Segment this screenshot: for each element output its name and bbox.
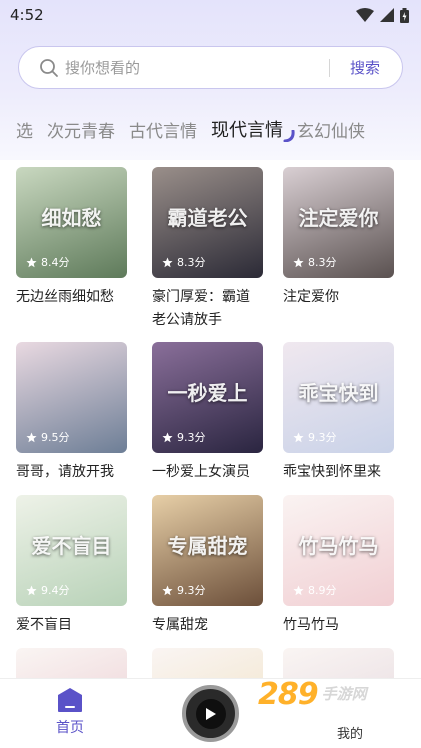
book-rating: 8.9分 xyxy=(293,582,337,598)
book-rating: 8.4分 xyxy=(26,254,70,270)
book-rating-value: 8.9分 xyxy=(308,584,337,597)
book-cover-text: 乖宝快到 xyxy=(298,381,379,405)
star-icon xyxy=(26,432,37,442)
tab-modern-romance[interactable]: 现代言情 xyxy=(211,116,295,142)
book-title[interactable]: 一秒爱上女演员 xyxy=(152,461,263,484)
book-title[interactable]: 爱不盲目 xyxy=(16,614,127,637)
book-rating-value: 9.4分 xyxy=(41,584,70,597)
home-icon xyxy=(58,688,82,712)
book-cover-text: 一秒爱上 xyxy=(167,381,248,405)
tab-anime-youth[interactable]: 次元青春 xyxy=(47,117,115,142)
book-rating: 9.3分 xyxy=(162,582,206,598)
book-cover-text: 专属甜宠 xyxy=(167,534,248,558)
book-rating-value: 9.3分 xyxy=(177,431,206,444)
book-title[interactable]: 注定爱你 xyxy=(283,286,394,309)
signal-icon xyxy=(380,8,394,22)
book-title[interactable]: 哥哥，请放开我 xyxy=(16,461,127,484)
nav-mine[interactable]: 我的 xyxy=(337,723,363,742)
star-icon xyxy=(162,432,173,442)
book-title[interactable]: 豪门厚爱：霸道老公请放手 xyxy=(152,286,263,332)
status-time: 4:52 xyxy=(10,6,44,24)
book-rating: 9.3分 xyxy=(162,429,206,445)
book-rating: 8.3分 xyxy=(293,254,337,270)
status-icons xyxy=(356,7,409,23)
book-card[interactable]: 专属甜宠 9.3分 专属甜宠 xyxy=(152,495,263,637)
search-bar[interactable]: 搜你想看的 搜索 xyxy=(18,46,403,89)
star-icon xyxy=(293,432,304,442)
book-card[interactable]: 细如愁 8.4分无边丝雨细如愁 xyxy=(16,167,127,309)
search-input[interactable]: 搜你想看的 xyxy=(65,57,329,78)
book-cover[interactable]: 霸道老公 8.3分 xyxy=(152,167,263,278)
star-icon xyxy=(162,585,173,595)
book-rating: 9.4分 xyxy=(26,582,70,598)
book-cover[interactable]: 爱不盲目 9.4分 xyxy=(16,495,127,606)
book-rating-value: 8.3分 xyxy=(308,256,337,269)
status-bar: 4:52 xyxy=(0,0,421,30)
book-rating: 8.3分 xyxy=(162,254,206,270)
search-button[interactable]: 搜索 xyxy=(350,57,380,78)
star-icon xyxy=(293,585,304,595)
watermark-number: 289 xyxy=(258,676,319,712)
tab-fantasy[interactable]: 玄幻仙侠 xyxy=(297,117,365,142)
book-cover[interactable]: 9.5分 xyxy=(16,342,127,453)
book-cover-text: 爱不盲目 xyxy=(31,534,112,558)
tab-active-indicator xyxy=(283,130,295,142)
book-rating: 9.5分 xyxy=(26,429,70,445)
book-card[interactable]: 霸道老公 8.3分豪门厚爱：霸道老公请放手 xyxy=(152,167,263,332)
book-cover-text: 细如愁 xyxy=(41,206,102,230)
book-cover[interactable]: 一秒爱上 9.3分 xyxy=(152,342,263,453)
player-disc xyxy=(195,698,226,729)
book-cover[interactable]: 专属甜宠 9.3分 xyxy=(152,495,263,606)
book-card[interactable]: 一秒爱上 9.3分一秒爱上女演员 xyxy=(152,342,263,484)
watermark-logo: 289 手游网 xyxy=(258,672,408,716)
star-icon xyxy=(26,257,37,267)
book-rating-value: 8.3分 xyxy=(177,256,206,269)
book-title[interactable]: 竹马竹马 xyxy=(283,614,394,637)
book-card[interactable]: 爱不盲目 9.4分 爱不盲目 xyxy=(16,495,127,637)
book-rating: 9.3分 xyxy=(293,429,337,445)
book-card[interactable]: 注定爱你 8.3分 注定爱你 xyxy=(283,167,394,309)
watermark-text: 手游网 xyxy=(321,685,367,703)
book-rating-value: 9.3分 xyxy=(177,584,206,597)
book-cover[interactable]: 竹马竹马 8.9分 xyxy=(283,495,394,606)
category-tabs: 选 次元青春 古代言情 现代言情 玄幻仙侠 xyxy=(16,114,421,144)
book-title[interactable]: 无边丝雨细如愁 xyxy=(16,286,127,309)
book-cover-text: 竹马竹马 xyxy=(298,534,379,558)
player-button[interactable] xyxy=(182,685,239,742)
wifi-icon xyxy=(356,8,374,22)
nav-home-label: 首页 xyxy=(56,720,84,736)
star-icon xyxy=(26,585,37,595)
search-divider xyxy=(328,58,330,77)
book-card[interactable]: 乖宝快到 9.3分乖宝快到怀里来 xyxy=(283,342,394,484)
search-icon xyxy=(40,58,58,77)
battery-icon xyxy=(400,7,409,23)
book-cover-text: 霸道老公 xyxy=(167,206,248,230)
book-title[interactable]: 专属甜宠 xyxy=(152,614,263,637)
book-cover[interactable]: 细如愁 8.4分 xyxy=(16,167,127,278)
star-icon xyxy=(162,257,173,267)
tab-modern-romance-label: 现代言情 xyxy=(211,120,283,141)
star-icon xyxy=(293,257,304,267)
book-card[interactable]: 9.5分哥哥，请放开我 xyxy=(16,342,127,484)
tab-featured[interactable]: 选 xyxy=(16,117,33,142)
book-rating-value: 9.5分 xyxy=(41,431,70,444)
tab-ancient-romance[interactable]: 古代言情 xyxy=(129,117,197,142)
book-title[interactable]: 乖宝快到怀里来 xyxy=(283,461,394,484)
book-cover-text: 注定爱你 xyxy=(298,206,379,230)
book-cover[interactable]: 注定爱你 8.3分 xyxy=(283,167,394,278)
book-cover[interactable]: 乖宝快到 9.3分 xyxy=(283,342,394,453)
play-icon xyxy=(205,707,216,720)
book-rating-value: 8.4分 xyxy=(41,256,70,269)
book-card[interactable]: 竹马竹马 8.9分 竹马竹马 xyxy=(283,495,394,637)
book-rating-value: 9.3分 xyxy=(308,431,337,444)
nav-home[interactable]: 首页 xyxy=(50,687,90,737)
